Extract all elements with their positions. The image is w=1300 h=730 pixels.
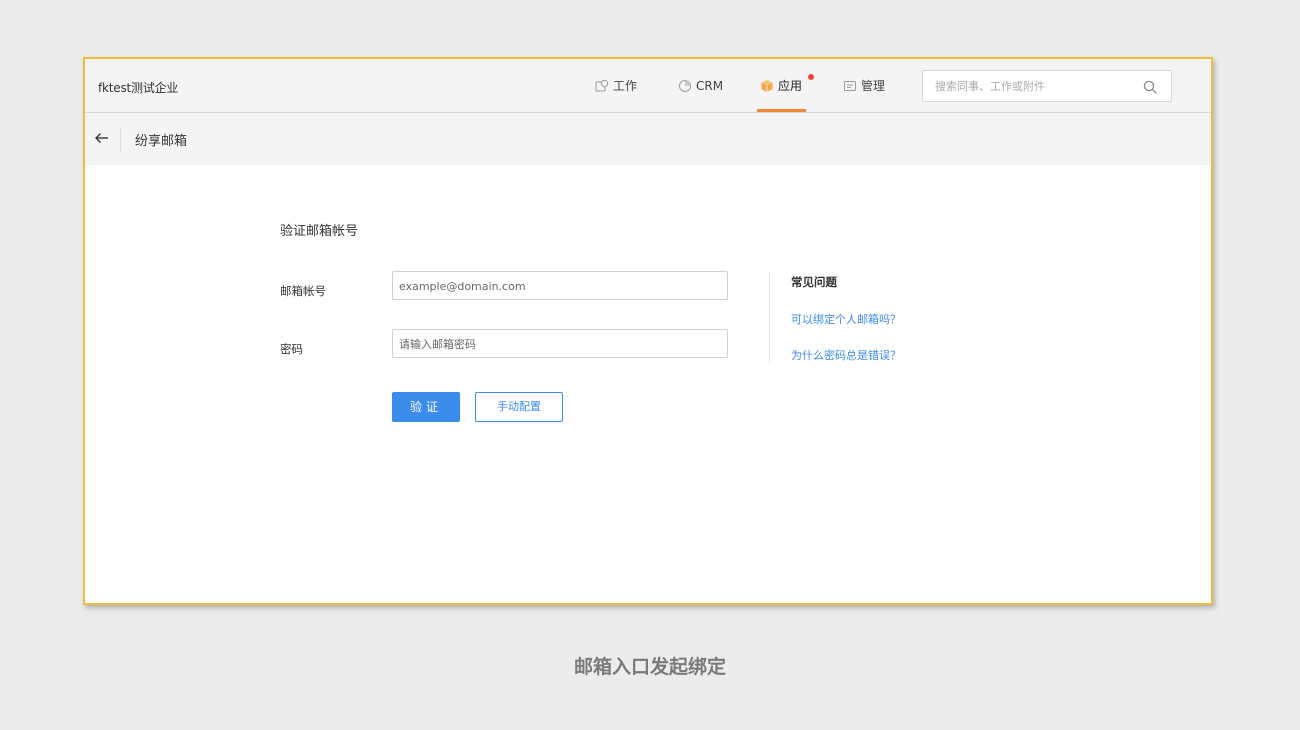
email-field[interactable] (399, 277, 719, 295)
nav-item-label: 工作 (613, 79, 638, 93)
company-name: fktest测试企业 (98, 81, 179, 95)
password-label: 密码 (280, 342, 303, 356)
password-field[interactable] (399, 335, 719, 353)
faq-link-password-error[interactable]: 为什么密码总是错误？ (791, 347, 901, 363)
manage-icon (843, 79, 857, 93)
nav-item-manage[interactable]: 管理 (843, 59, 885, 112)
nav-item-app[interactable]: 应用 (760, 59, 802, 112)
work-icon (595, 79, 609, 93)
search-input[interactable] (935, 77, 1130, 95)
search-box (922, 70, 1172, 102)
page-header: 纷享邮箱 (85, 113, 1211, 165)
nav-item-crm[interactable]: CRM (678, 59, 723, 112)
verify-button[interactable]: 验证 (392, 392, 460, 422)
email-field-box (392, 271, 728, 300)
app-box-icon (760, 79, 774, 93)
faq-divider (769, 271, 770, 363)
nav-item-label: CRM (696, 78, 724, 93)
nav-item-label: 应用 (778, 79, 803, 93)
password-field-box (392, 329, 728, 358)
nav-item-work[interactable]: 工作 (595, 59, 637, 112)
faq-link-personal-email[interactable]: 可以绑定个人邮箱吗？ (791, 311, 901, 327)
active-tab-indicator (757, 109, 806, 112)
crm-pie-icon (678, 79, 692, 93)
header-divider (120, 127, 121, 151)
search-icon[interactable] (1143, 79, 1157, 94)
back-arrow-icon[interactable] (93, 129, 111, 147)
slide-caption: 邮箱入口发起绑定 (573, 656, 726, 678)
faq-title: 常见问题 (791, 275, 837, 289)
form-heading: 验证邮箱帐号 (280, 224, 359, 239)
notification-dot (808, 74, 814, 80)
nav-item-label: 管理 (861, 79, 886, 93)
manual-config-button[interactable]: 手动配置 (475, 392, 563, 422)
app-window: fktest测试企业 工作 CRM 应用 管理 搜索同事、工作或附件 纷享邮箱 … (83, 57, 1213, 605)
top-navigation-bar: fktest测试企业 工作 CRM 应用 管理 搜索同事、工作或附件 (85, 59, 1211, 113)
email-label: 邮箱帐号 (280, 284, 326, 298)
page-title: 纷享邮箱 (135, 134, 188, 149)
